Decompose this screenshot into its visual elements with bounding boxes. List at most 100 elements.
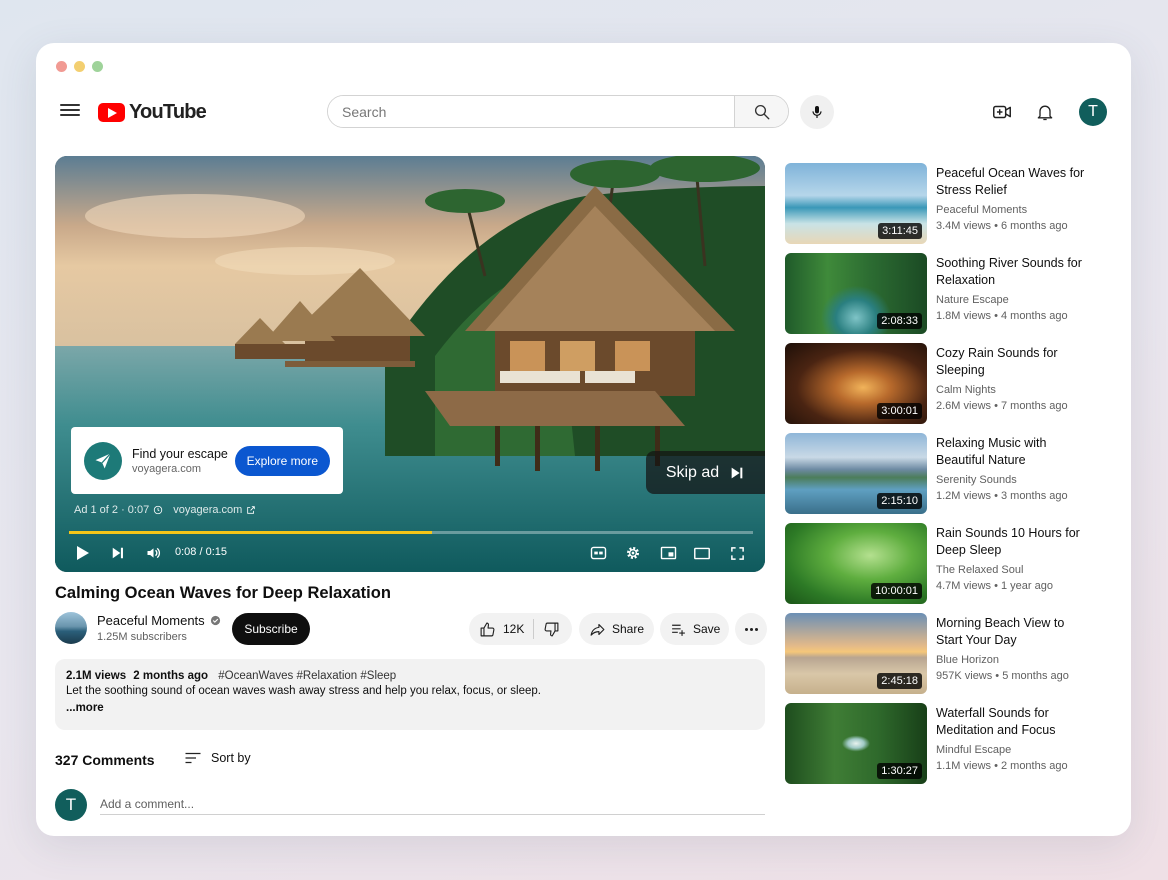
recommended-video[interactable]: 2:15:10 Relaxing Music with Beautiful Na… [785,433,1105,514]
search-button[interactable] [734,96,788,127]
sort-icon [185,752,201,764]
ad-title: Find your escape [132,446,228,461]
verified-icon [210,615,220,626]
recommended-channel-name[interactable]: The Relaxed Soul [936,564,1091,576]
recommended-video[interactable]: 3:11:45 Peaceful Ocean Waves for Stress … [785,163,1105,244]
duration-badge: 2:15:10 [877,493,922,509]
recommended-video-title[interactable]: Waterfall Sounds for Meditation and Focu… [936,705,1091,739]
save-button[interactable]: Save [660,613,729,645]
captions-button[interactable] [588,544,608,562]
recommended-channel-name[interactable]: Mindful Escape [936,744,1091,756]
video-thumbnail[interactable]: 10:00:01 [785,523,927,604]
recommended-video-title[interactable]: Cozy Rain Sounds for Sleeping [936,345,1091,379]
close-window-dot[interactable] [56,61,67,72]
video-player[interactable]: Find your escape voyagera.com Explore mo… [55,156,765,572]
youtube-logo[interactable]: YouTube [98,101,207,124]
notifications-button[interactable] [1033,100,1057,124]
recommended-channel-name[interactable]: Blue Horizon [936,654,1091,666]
ad-text-block: Find your escape voyagera.com [132,447,235,475]
video-info: Cozy Rain Sounds for Sleeping Calm Night… [936,343,1091,424]
fullscreen-button[interactable] [727,544,747,562]
theater-mode-button[interactable] [692,544,712,562]
recommended-video-title[interactable]: Relaxing Music with Beautiful Nature [936,435,1091,469]
recommended-channel-name[interactable]: Nature Escape [936,294,1091,306]
next-button[interactable] [108,544,128,562]
recommended-video[interactable]: 3:00:01 Cozy Rain Sounds for Sleeping Ca… [785,343,1105,424]
minimize-window-dot[interactable] [74,61,85,72]
video-thumbnail[interactable]: 2:08:33 [785,253,927,334]
search-input[interactable] [328,96,734,127]
video-thumbnail[interactable]: 3:00:01 [785,343,927,424]
video-info: Relaxing Music with Beautiful Nature Ser… [936,433,1091,514]
ad-info-link[interactable]: voyagera.com [173,504,242,516]
sort-label: Sort by [211,751,251,765]
comment-input[interactable] [100,794,765,815]
subscribe-button[interactable]: Subscribe [232,613,310,645]
dislike-button[interactable] [534,613,568,645]
explore-more-button[interactable]: Explore more [234,445,330,476]
recommended-video-title[interactable]: Soothing River Sounds for Relaxation [936,255,1091,289]
video-info: Morning Beach View to Start Your Day Blu… [936,613,1091,694]
play-button[interactable] [73,544,93,562]
channel-name[interactable]: Peaceful Moments [97,613,205,628]
video-thumbnail[interactable]: 3:11:45 [785,163,927,244]
voice-search-button[interactable] [800,95,834,129]
video-thumbnail[interactable]: 2:15:10 [785,433,927,514]
settings-button[interactable] [623,544,643,562]
description-box[interactable]: 2.1M views 2 months ago #OceanWaves #Rel… [55,659,765,730]
ad-overlay-card[interactable]: Find your escape voyagera.com Explore mo… [71,427,343,494]
playlist-add-icon [672,624,685,636]
video-info: Rain Sounds 10 Hours for Deep Sleep The … [936,523,1091,604]
recommended-video[interactable]: 1:30:27 Waterfall Sounds for Meditation … [785,703,1105,784]
recommended-video-title[interactable]: Rain Sounds 10 Hours for Deep Sleep [936,525,1091,559]
sort-comments-button[interactable]: Sort by [184,751,251,765]
create-video-button[interactable] [990,100,1014,124]
window-controls [56,61,103,72]
like-button[interactable]: 12K [469,613,524,645]
miniplayer-button[interactable] [658,544,678,562]
recommended-video[interactable]: 2:08:33 Soothing River Sounds for Relaxa… [785,253,1105,334]
skip-next-icon [731,467,743,478]
recommended-channel-name[interactable]: Peaceful Moments [936,204,1091,216]
recommended-channel-name[interactable]: Serenity Sounds [936,474,1091,486]
video-thumbnail[interactable]: 2:45:18 [785,613,927,694]
search-icon [754,104,769,119]
recommended-video-title[interactable]: Peaceful Ocean Waves for Stress Relief [936,165,1091,199]
next-icon [112,547,123,559]
recommended-video-meta: 1.2M views • 3 months ago [936,490,1068,502]
video-thumbnail[interactable]: 1:30:27 [785,703,927,784]
share-icon [590,623,605,636]
progress-bar[interactable] [69,531,753,534]
captions-icon [590,546,606,560]
channel-name-row[interactable]: Peaceful Moments [97,613,221,628]
recommended-video[interactable]: 10:00:01 Rain Sounds 10 Hours for Deep S… [785,523,1105,604]
more-actions-button[interactable] [735,613,767,645]
view-count: 2.1M views [66,670,127,682]
hashtags[interactable]: #OceanWaves #Relaxation #Sleep [218,670,396,682]
show-more-link[interactable]: ...more [66,702,104,714]
upload-age: 2 months ago [133,670,209,682]
recommended-video[interactable]: 2:45:18 Morning Beach View to Start Your… [785,613,1105,694]
skip-ad-button[interactable]: Skip ad [646,451,765,494]
share-button[interactable]: Share [579,613,654,645]
duration-badge: 10:00:01 [871,583,922,599]
progress-fill [69,531,432,534]
recommended-channel-name[interactable]: Calm Nights [936,384,1091,396]
maximize-window-dot[interactable] [92,61,103,72]
external-link-icon [247,506,256,514]
user-avatar[interactable]: T [1079,98,1107,126]
hamburger-menu-icon[interactable] [60,101,80,121]
microphone-icon [812,106,822,118]
recommended-video-title[interactable]: Morning Beach View to Start Your Day [936,615,1091,649]
channel-avatar[interactable] [55,612,87,644]
more-dot-icon [744,627,748,631]
recommendations-sidebar: 3:11:45 Peaceful Ocean Waves for Stress … [785,163,1105,793]
recommended-video-meta: 957K views • 5 months ago [936,670,1069,682]
volume-button[interactable] [143,544,163,562]
ad-info-bar: Ad 1 of 2 · 0:07 voyagera.com [74,504,256,516]
duration-badge: 3:11:45 [878,223,922,239]
duration-badge: 2:08:33 [877,313,922,329]
volume-icon [147,547,160,559]
description-text: Let the soothing sound of ocean waves wa… [66,685,541,697]
search-bar [327,95,789,128]
